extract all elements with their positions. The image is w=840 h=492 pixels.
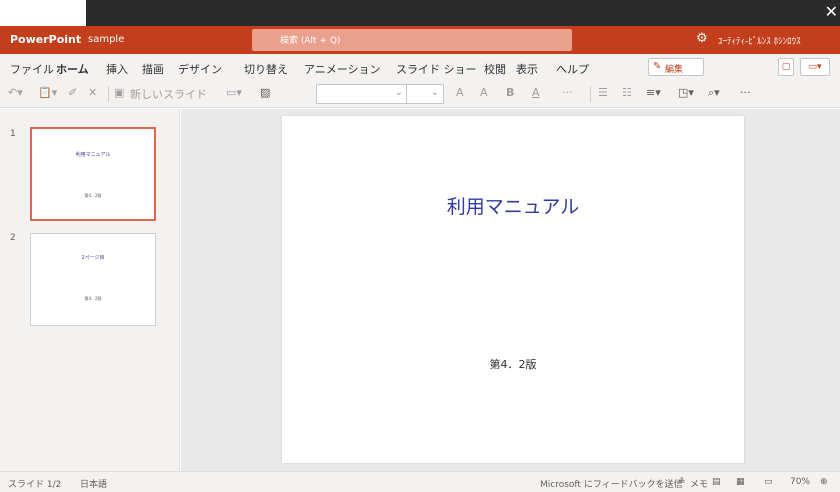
new-slide-label[interactable]: 新しいスライド [130,86,207,102]
gear-icon[interactable]: ⚙ [696,31,708,46]
picture-icon[interactable]: ▨ [260,86,270,99]
font-size-select[interactable]: ⌄ [406,84,444,104]
font-grow-button[interactable]: A [456,86,464,99]
more-font-options[interactable]: ··· [562,86,573,99]
thumbnail-subtitle: 第4．2版 [84,193,102,198]
title-bar: PowerPoint sample 検索 (Alt + Q) ⚙ ﾕｰﾃｨﾃｨ-… [0,26,840,54]
slide-number: 1 [10,129,16,139]
sorter-view-icon[interactable]: ▦ [736,477,745,487]
tab-design[interactable]: デザイン [178,61,222,77]
zoom-level[interactable]: 70% [790,477,810,487]
current-slide[interactable]: 利用マニュアル 第4．2版 [282,116,744,463]
font-shrink-button[interactable]: A [480,86,488,99]
ribbon-toolbar: ↶▾ 📋▾ ✐ ✕ ▣ 新しいスライド ▭▾ ▨ ⌄ ⌄ A A B A ···… [0,80,840,108]
search-box[interactable]: 検索 (Alt + Q) [252,29,572,51]
slide-counter: スライド 1/2 [8,480,62,490]
edit-label: 編集 [665,65,684,75]
tab-insert[interactable]: 挿入 [106,61,128,77]
window-chrome: ✕ [0,0,840,26]
tab-draw[interactable]: 描画 [142,61,164,77]
new-slide-icon[interactable]: ▣ [114,86,124,99]
layout-icon[interactable]: ▭▾ [226,86,242,99]
slide-subtitle[interactable]: 第4．2版 [282,356,744,372]
notes-label[interactable]: メモ [690,477,708,490]
separator [590,86,591,102]
slide-canvas: 利用マニュアル 第4．2版 [181,109,840,471]
search-placeholder: 検索 (Alt + Q) [280,36,341,46]
tab-view[interactable]: 表示 [516,61,538,77]
slide-thumbnail-1[interactable]: 利用マニュアル 第4．2版 [30,127,156,221]
thumbnail-title: 2ページ目 [81,255,105,261]
font-color-button[interactable]: A [532,86,540,99]
font-family-select[interactable]: ⌄ [316,84,408,104]
delete-icon[interactable]: ✕ [88,86,97,99]
edit-mode-button[interactable]: ✎ 編集 [648,58,704,76]
align-icon[interactable]: ≡▾ [646,86,661,99]
chevron-down-icon: ⌄ [430,87,439,98]
reading-view-icon[interactable]: ▭ [764,477,773,487]
tab-help[interactable]: ヘルプ [556,61,589,77]
ribbon-tabs: ファイル ホーム 挿入 描画 デザイン 切り替え アニメーション スライド ショ… [0,54,840,82]
browser-tab[interactable] [0,0,86,26]
present-button[interactable]: ▭▾ [800,58,830,76]
tab-transitions[interactable]: 切り替え [244,61,288,77]
app-name[interactable]: PowerPoint [10,33,81,46]
numbering-icon[interactable]: ☷ [622,86,632,99]
feedback-link[interactable]: Microsoft にフィードバックを送信 [540,477,683,490]
search-icon[interactable]: ⌕▾ [708,86,720,100]
normal-view-icon[interactable]: ▤ [712,477,721,487]
bold-button[interactable]: B [506,86,514,99]
tab-home[interactable]: ホーム [56,61,89,82]
document-name[interactable]: sample [88,34,124,45]
paste-icon[interactable]: 📋▾ [38,86,57,99]
fit-slide-icon[interactable]: ⊕ [820,477,828,487]
slide-title[interactable]: 利用マニュアル [282,192,744,219]
tab-animations[interactable]: アニメーション [304,61,381,77]
slide-thumbnail-pane: 1 利用マニュアル 第4．2版 2 2ページ目 第4．2版 [0,109,180,471]
comment-button[interactable]: ▢ [778,58,794,76]
bullets-icon[interactable]: ☰ [598,86,608,99]
tab-slideshow[interactable]: スライド ショー [396,61,477,77]
separator [108,86,109,102]
pencil-icon: ✎ [653,61,662,72]
close-icon[interactable]: ✕ [825,3,838,21]
more-options[interactable]: ··· [740,86,751,99]
slide-thumbnail-2[interactable]: 2ページ目 第4．2版 [30,233,156,326]
language-indicator[interactable]: 日本語 [80,477,107,490]
undo-icon[interactable]: ↶▾ [8,86,23,99]
tab-review[interactable]: 校閲 [484,61,506,77]
slide-number: 2 [10,233,16,243]
chevron-down-icon: ⌄ [394,87,403,98]
thumbnail-subtitle: 第4．2版 [84,296,102,301]
user-name[interactable]: ﾕｰﾃｨﾃｨ-ﾋﾞﾙﾝｽ ﾎｼﾝﾛｳｽ [718,34,801,47]
shapes-icon[interactable]: ◳▾ [678,86,694,99]
status-bar: スライド 1/2 日本語 Microsoft にフィードバックを送信 ≗ メモ … [0,471,840,492]
format-painter-icon[interactable]: ✐ [68,86,77,99]
notes-icon[interactable]: ≗ [678,477,686,487]
tab-file[interactable]: ファイル [10,61,54,77]
thumbnail-title: 利用マニュアル [75,152,111,158]
